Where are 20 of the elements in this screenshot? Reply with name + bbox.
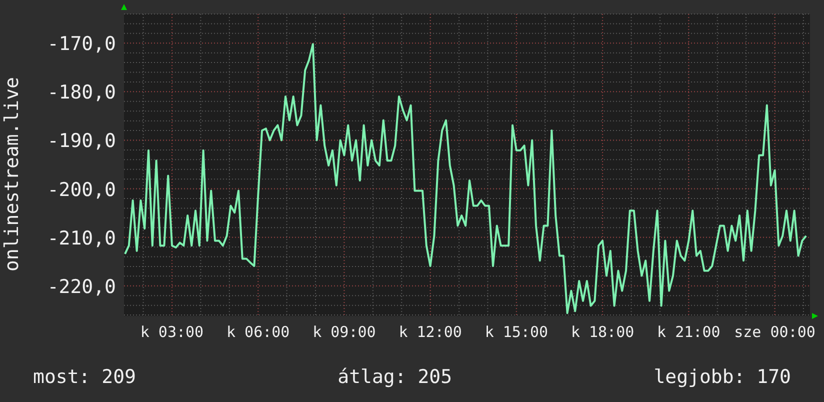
- x-tick-label: k 06:00: [226, 323, 290, 341]
- y-tick-label: -190,0: [47, 130, 116, 152]
- y-tick-label: -210,0: [47, 227, 116, 250]
- y-tick-label: -170,0: [47, 33, 116, 56]
- x-tick-label: k 09:00: [312, 323, 376, 341]
- x-tick-label: k 12:00: [398, 323, 462, 341]
- y-tick-label: -220,0: [47, 276, 116, 298]
- x-axis-arrow-icon: [812, 313, 818, 319]
- x-tick-label: k 03:00: [140, 323, 204, 341]
- x-tick-label: k 18:00: [570, 323, 634, 341]
- x-tick-label: k 15:00: [484, 323, 548, 341]
- x-tick-label: sze 00:00: [734, 323, 816, 341]
- y-axis-arrow-icon: [121, 4, 127, 10]
- y-tick-label: -180,0: [47, 82, 116, 104]
- y-tick-label: -200,0: [47, 178, 116, 201]
- legend-stat: legjobb: 170: [654, 365, 791, 390]
- x-tick-label: k 21:00: [657, 323, 720, 341]
- axis-title: onlinestream.live: [2, 77, 22, 272]
- legend-stat: átlag: 205: [338, 365, 452, 390]
- legend-stat: most: 209: [33, 365, 136, 390]
